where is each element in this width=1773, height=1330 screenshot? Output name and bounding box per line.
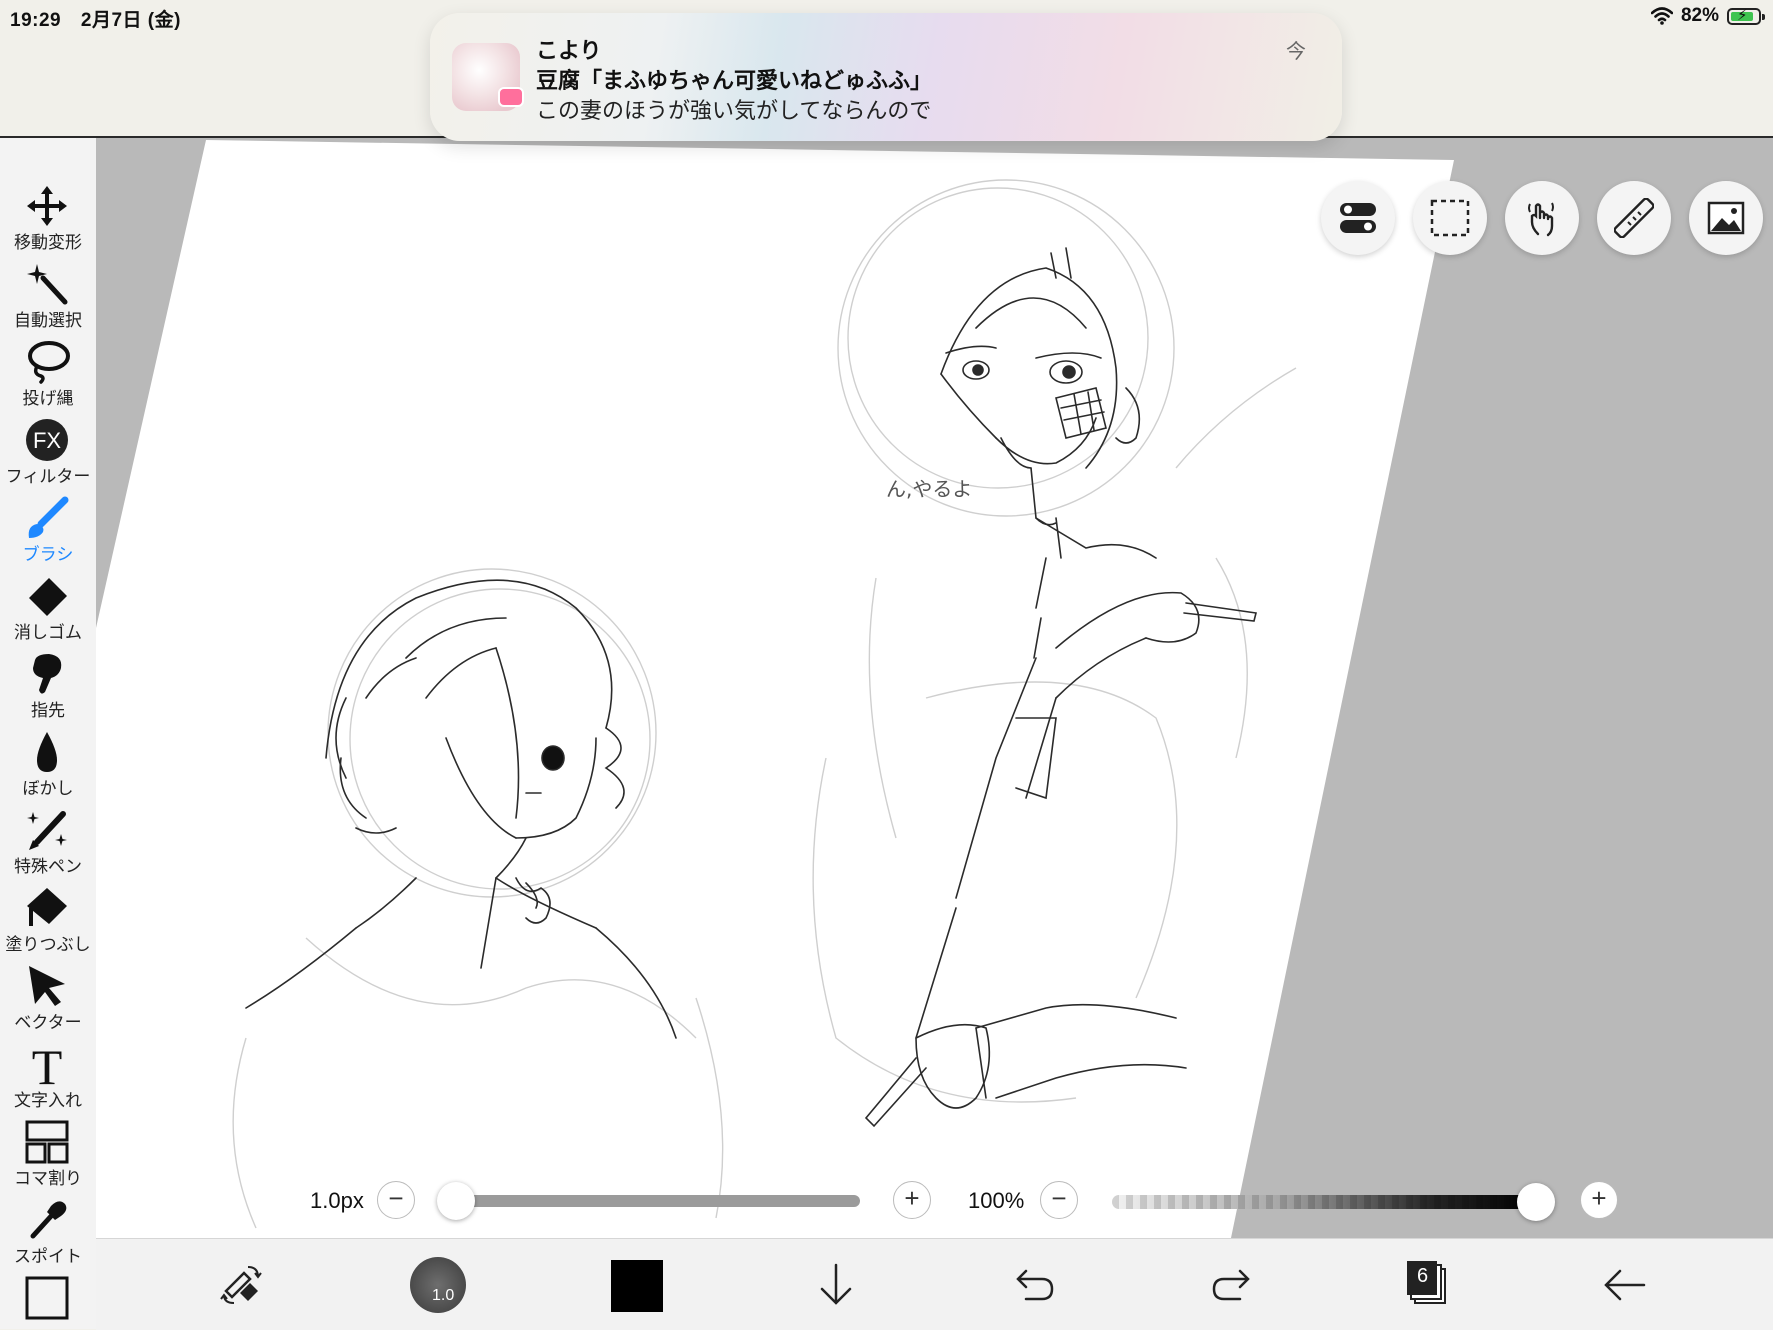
tool-label: 移動変形: [14, 233, 82, 252]
tool-label: 文字入れ: [14, 1091, 82, 1110]
color-swatch-button[interactable]: [611, 1260, 663, 1312]
magic-wand-icon: [27, 264, 68, 305]
notification-title: 豆腐「まふゆちゃん可愛いねどゅふふ」: [536, 68, 933, 93]
canvas-handwriting: ん,やるよ: [886, 477, 972, 501]
layers-button[interactable]: 6: [1399, 1257, 1455, 1313]
tool-label: ベクター: [14, 1013, 82, 1032]
opacity-plus-button[interactable]: +: [1580, 1181, 1618, 1219]
notification-app-name: こより: [536, 38, 602, 63]
tool-eraser[interactable]: 消しゴム: [0, 568, 96, 646]
eraser-icon: [29, 578, 67, 616]
brush-size-track[interactable]: [456, 1195, 860, 1207]
special-pen-icon: [27, 811, 67, 850]
tool-special-pen[interactable]: 特殊ペン: [0, 802, 96, 880]
ruler-button[interactable]: [1597, 181, 1671, 255]
tool-label: 自動選択: [14, 311, 82, 330]
drawing-canvas[interactable]: ん,やるよ: [96, 138, 1773, 1238]
svg-text:FX: FX: [33, 428, 61, 453]
reference-image-button[interactable]: [1689, 181, 1763, 255]
notification-body: この妻のほうが強い気がしてならんので: [536, 98, 932, 123]
fx-icon: FX: [26, 419, 68, 461]
bottom-toolbar: 1.0 6: [96, 1238, 1773, 1330]
finger-icon: [33, 654, 62, 694]
tool-label: 消しゴム: [14, 623, 82, 642]
panel-icon: [25, 1120, 69, 1164]
tool-move[interactable]: 移動変形: [0, 178, 96, 256]
tool-label: コマ割り: [14, 1169, 82, 1188]
notification-banner[interactable]: こより 豆腐「まふゆちゃん可愛いねどゅふふ」 この妻のほうが強い気がしてならんの…: [430, 13, 1342, 141]
tool-text[interactable]: T 文字入れ: [0, 1036, 96, 1114]
brush-preview-button[interactable]: 1.0: [410, 1257, 466, 1313]
brush-size-minus-button[interactable]: −: [377, 1181, 415, 1219]
app-icon: [452, 43, 524, 111]
move-icon: [27, 186, 67, 226]
brush-size-plus-button[interactable]: +: [893, 1181, 931, 1219]
back-arrow-icon[interactable]: [1596, 1257, 1652, 1313]
canvas-area[interactable]: ん,やるよ: [96, 138, 1773, 1238]
tool-label: 指先: [31, 701, 65, 720]
eyedropper-icon: [30, 1201, 67, 1239]
tool-fill[interactable]: 塗りつぶし: [0, 880, 96, 958]
opacity-value: 100%: [968, 1188, 1025, 1213]
brush-icon: [28, 496, 69, 538]
battery-percent: 82%: [1680, 5, 1719, 26]
tool-lasso[interactable]: 投げ縄: [0, 334, 96, 412]
frame-icon: [25, 1276, 69, 1320]
brush-size-value: 1.0px: [310, 1188, 364, 1213]
status-time: 19:29: [10, 10, 62, 31]
vector-arrow-icon: [29, 966, 65, 1006]
tool-filter[interactable]: FX フィルター: [0, 412, 96, 490]
opacity-knob[interactable]: [1517, 1183, 1555, 1221]
brush-size-knob[interactable]: [437, 1182, 475, 1220]
tool-label: 塗りつぶし: [5, 935, 91, 954]
tool-label: 特殊ペン: [14, 857, 82, 876]
status-right: 82% ⚡: [1650, 5, 1765, 27]
layer-count: 6: [1417, 1265, 1429, 1287]
undo-icon[interactable]: [1006, 1257, 1062, 1313]
tool-auto-select[interactable]: 自動選択: [0, 256, 96, 334]
blur-drop-icon: [37, 732, 57, 772]
tool-label: ブラシ: [22, 545, 74, 564]
tool-blur[interactable]: ぼかし: [0, 724, 96, 802]
tool-eyedropper[interactable]: スポイト: [0, 1192, 96, 1270]
quick-toggle-button[interactable]: [1321, 181, 1395, 255]
tool-vector[interactable]: ベクター: [0, 958, 96, 1036]
battery-icon: ⚡: [1727, 7, 1765, 25]
wifi-icon: [1650, 7, 1673, 25]
status-date: 2月7日 (金): [80, 10, 181, 31]
gesture-button[interactable]: [1505, 181, 1579, 255]
tool-label: 投げ縄: [22, 389, 74, 408]
brush-preview-size: 1.0: [432, 1287, 455, 1304]
tool-panel[interactable]: コマ割り: [0, 1114, 96, 1192]
tool-brush[interactable]: ブラシ: [0, 490, 96, 568]
ruler-icon: [1614, 198, 1654, 238]
tool-frame[interactable]: [0, 1270, 96, 1326]
tool-sidebar: 移動変形 自動選択 投げ縄 FX フィルター ブラシ 消しゴム 指先 ぼかし 特…: [0, 138, 97, 1329]
status-left: 19:29 2月7日 (金): [10, 5, 195, 32]
lasso-icon: [28, 341, 70, 384]
image-icon: [1707, 201, 1745, 235]
tool-label: ぼかし: [22, 779, 74, 798]
opacity-minus-button[interactable]: −: [1040, 1181, 1078, 1219]
tool-label: フィルター: [5, 467, 91, 486]
download-arrow-icon[interactable]: [808, 1257, 864, 1313]
svg-text:T: T: [32, 1042, 63, 1086]
opacity-track[interactable]: [1112, 1195, 1536, 1209]
selection-button[interactable]: [1413, 181, 1487, 255]
tool-label: スポイト: [14, 1247, 82, 1266]
swap-pen-eraser-icon[interactable]: [214, 1257, 270, 1313]
toggle-icon: [1340, 203, 1376, 233]
redo-icon[interactable]: [1204, 1257, 1260, 1313]
tool-finger[interactable]: 指先: [0, 646, 96, 724]
dashed-select-icon: [1430, 199, 1470, 237]
notification-time: 今: [1286, 41, 1306, 63]
text-icon: T: [32, 1042, 63, 1086]
hand-tap-icon: [1528, 202, 1554, 237]
fill-bucket-icon: [27, 888, 67, 926]
